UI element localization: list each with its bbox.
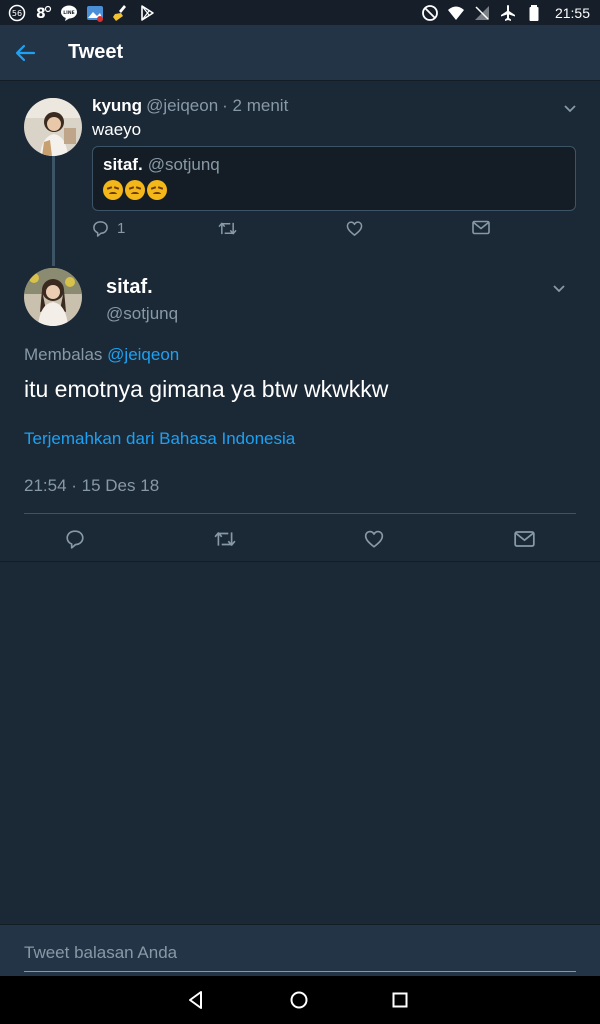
author-handle: @sotjunq — [106, 304, 179, 323]
parent-tweet-actions: 1 — [92, 220, 572, 244]
persevering-face-emoji-icon — [125, 180, 145, 200]
like-button[interactable] — [346, 220, 363, 237]
system-icons: 21:55 — [421, 4, 590, 22]
svg-text:LINE: LINE — [63, 10, 74, 16]
author-name[interactable]: kyung — [92, 96, 142, 116]
author-handle: @jeiqeon — [146, 96, 219, 115]
reply-icon — [93, 221, 108, 237]
translate-link[interactable]: Terjemahkan dari Bahasa Indonesia — [24, 429, 295, 449]
tweet-menu-button[interactable] — [547, 276, 571, 300]
main-tweet-actions — [0, 516, 600, 562]
message-button[interactable] — [472, 220, 490, 235]
status-bar: 56 8 LINE 21:55 — [0, 0, 600, 25]
replying-to-label: Membalas — [24, 345, 103, 364]
heart-icon — [364, 530, 384, 548]
reply-icon — [66, 530, 84, 549]
avatar[interactable] — [24, 98, 82, 156]
chevron-down-icon — [553, 285, 565, 293]
retweet-button[interactable] — [212, 526, 238, 552]
tweet-timestamp: 21:54 · 15 Des 18 — [24, 476, 160, 495]
clock: 21:55 — [554, 4, 590, 21]
envelope-icon — [472, 220, 490, 235]
message-button[interactable] — [511, 526, 537, 552]
avatar[interactable] — [24, 268, 82, 326]
reply-button[interactable] — [62, 526, 88, 552]
nav-recents-button[interactable] — [388, 988, 412, 1012]
persevering-face-emoji-icon — [147, 180, 167, 200]
app-bar: Tweet — [0, 25, 600, 81]
triangle-back-icon — [189, 991, 202, 1009]
line-app-icon: LINE — [60, 4, 78, 22]
navigation-bar — [0, 976, 600, 1024]
divider — [24, 513, 576, 514]
like-button[interactable] — [361, 526, 387, 552]
circle-home-icon — [290, 991, 308, 1009]
thread-connector — [52, 156, 55, 266]
reply-button[interactable]: 1 — [92, 220, 125, 237]
quoted-author-name: sitaf. — [103, 155, 143, 174]
notification-icons: 56 8 LINE — [8, 4, 156, 22]
settings-8-icon: 8 — [34, 4, 52, 22]
nav-home-button[interactable] — [287, 988, 311, 1012]
quoted-author-handle: @sotjunq — [147, 155, 220, 174]
arrow-left-icon — [15, 44, 36, 61]
tweet-text: waeyo — [92, 120, 142, 139]
quoted-tweet[interactable]: sitaf. @sotjunq — [92, 146, 576, 211]
retweet-button[interactable] — [218, 220, 237, 237]
square-recents-icon — [392, 992, 408, 1008]
heart-icon — [346, 221, 363, 236]
quoted-tweet-header: sitaf. @sotjunq — [103, 155, 220, 175]
badge-56-icon: 56 — [8, 4, 26, 22]
nav-back-button[interactable] — [184, 988, 208, 1012]
no-signal-icon — [473, 4, 491, 22]
replying-to-link[interactable]: @jeiqeon — [107, 345, 179, 364]
reply-input[interactable]: Tweet balasan Anda — [24, 943, 177, 963]
reply-composer[interactable]: Tweet balasan Anda — [0, 924, 600, 976]
tweet-time: · 2 menit — [222, 96, 289, 115]
tweet-text: itu emotnya gimana ya btw wkwkkw — [24, 376, 389, 402]
retweet-icon — [218, 222, 237, 235]
wifi-icon — [447, 4, 465, 22]
envelope-icon — [513, 531, 535, 547]
clean-icon — [112, 4, 130, 22]
back-button[interactable] — [0, 25, 50, 81]
parent-tweet-header: kyung @jeiqeon · 2 menit — [92, 96, 288, 116]
author-name[interactable]: sitaf. — [106, 276, 153, 299]
quoted-tweet-text — [103, 180, 167, 200]
chevron-down-icon — [564, 105, 576, 113]
battery-icon — [525, 4, 543, 22]
photo-icon — [86, 4, 104, 22]
do-not-disturb-icon — [421, 4, 439, 22]
play-store-icon — [138, 4, 156, 22]
persevering-face-emoji-icon — [103, 180, 123, 200]
svg-text:56: 56 — [12, 9, 22, 18]
svg-text:8: 8 — [36, 6, 46, 22]
airplane-icon — [499, 4, 517, 22]
page-title: Tweet — [68, 41, 124, 63]
replying-to: Membalas @jeiqeon — [24, 345, 179, 365]
tweet-menu-button[interactable] — [558, 96, 582, 120]
retweet-icon — [214, 532, 236, 546]
reply-count: 1 — [117, 220, 126, 237]
parent-tweet[interactable]: kyung @jeiqeon · 2 menit waeyo sitaf. @s… — [0, 82, 600, 252]
input-underline — [24, 971, 576, 972]
